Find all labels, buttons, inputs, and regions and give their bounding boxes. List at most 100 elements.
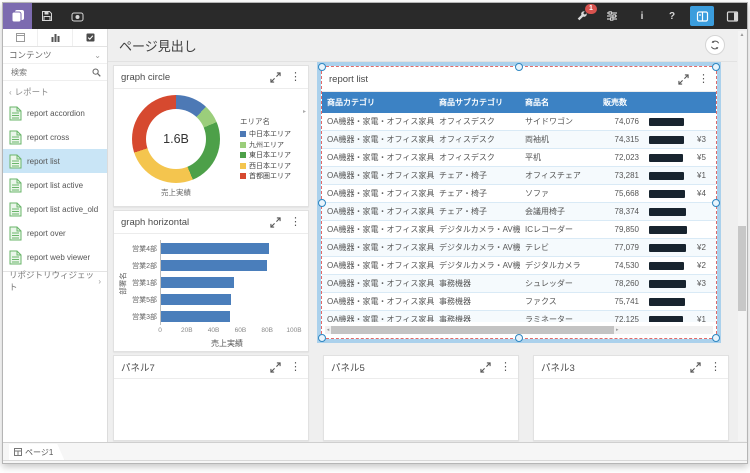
report-list-items: report accordionreport crossreport listr… bbox=[3, 101, 107, 269]
kebab-menu-icon[interactable]: ⋮ bbox=[290, 217, 301, 228]
side-panel-toggle-button[interactable] bbox=[717, 3, 747, 29]
sidebar-item-report-accordion[interactable]: report accordion bbox=[3, 101, 107, 125]
expand-icon[interactable] bbox=[270, 217, 281, 228]
expand-icon[interactable] bbox=[270, 362, 281, 373]
kebab-menu-icon[interactable]: ⋮ bbox=[290, 362, 301, 373]
resize-handle[interactable] bbox=[515, 63, 523, 71]
table-row[interactable]: OA機器・家電・オフィス家具チェア・椅子会議用椅子78,374 bbox=[322, 203, 716, 221]
kebab-menu-icon[interactable]: ⋮ bbox=[500, 362, 511, 373]
table-row[interactable]: OA機器・家電・オフィス家具オフィスデスク両袖机74,315¥3 bbox=[322, 131, 716, 149]
selected-widget-region[interactable]: report list ⋮ bbox=[317, 62, 721, 343]
table-row[interactable]: OA機器・家電・オフィス家具チェア・椅子オフィスチェア73,281¥1 bbox=[322, 167, 716, 185]
bar[interactable] bbox=[161, 277, 234, 288]
repository-widget-section[interactable]: リポジトリウィジェット › bbox=[3, 271, 107, 290]
column-header[interactable] bbox=[692, 92, 716, 113]
info-button[interactable]: i bbox=[627, 3, 657, 29]
expand-icon[interactable] bbox=[690, 362, 701, 373]
resize-handle[interactable] bbox=[515, 334, 523, 342]
table-row[interactable]: OA機器・家電・オフィス家具事務機器ファクス75,741 bbox=[322, 293, 716, 311]
resize-handle[interactable] bbox=[318, 63, 326, 71]
legend-item[interactable]: 東日本エリア bbox=[240, 150, 306, 161]
tab-tasks[interactable] bbox=[73, 29, 107, 46]
table-row[interactable]: OA機器・家電・オフィス家具デジタルカメラ・AV機器ICレコーダー79,850 bbox=[322, 221, 716, 239]
donut-axis-label: 売上実績 bbox=[132, 187, 220, 198]
panel-7[interactable]: パネル7 ⋮ bbox=[113, 355, 309, 441]
legend-item[interactable]: 西日本エリア bbox=[240, 161, 306, 172]
panel-graph-circle[interactable]: graph circle ⋮ 1.6B 売上実績 ▸ エリア名 中日本エリア九州… bbox=[113, 65, 309, 207]
bar-row: 営業1部 bbox=[161, 274, 294, 291]
column-header[interactable]: 販売数 bbox=[598, 92, 644, 113]
sidebar-item-report-web-viewer[interactable]: report web viewer bbox=[3, 245, 107, 269]
resize-handle[interactable] bbox=[318, 199, 326, 207]
legend-item[interactable]: 首都圏エリア bbox=[240, 171, 306, 182]
report-group-header[interactable]: ‹ レポート bbox=[3, 81, 107, 101]
column-header[interactable]: 商品サブカテゴリ bbox=[434, 92, 520, 113]
resize-handle[interactable] bbox=[712, 199, 720, 207]
save-button[interactable] bbox=[32, 3, 62, 29]
expand-icon[interactable] bbox=[678, 74, 689, 85]
toolbar-left bbox=[3, 3, 92, 29]
side-panel-icon bbox=[726, 10, 739, 23]
kebab-menu-icon[interactable]: ⋮ bbox=[710, 362, 721, 373]
reader-mode-button[interactable] bbox=[690, 6, 714, 26]
table-row[interactable]: OA機器・家電・オフィス家具オフィスデスク平机72,023¥5 bbox=[322, 149, 716, 167]
scroll-right-icon[interactable]: ▸ bbox=[614, 327, 620, 333]
table-row[interactable]: OA機器・家電・オフィス家具事務機器シュレッダー78,260¥3 bbox=[322, 275, 716, 293]
settings-sliders-button[interactable] bbox=[597, 3, 627, 29]
resize-handle[interactable] bbox=[712, 63, 720, 71]
panel-report-list[interactable]: report list ⋮ bbox=[322, 67, 716, 338]
expand-icon[interactable] bbox=[270, 72, 281, 83]
app-logo-button[interactable] bbox=[3, 3, 32, 29]
panel-graph-horizontal[interactable]: graph horizontal ⋮ 部署名 営業4部営業2部営業1部営業5部営… bbox=[113, 210, 309, 352]
panel-5[interactable]: パネル5 ⋮ bbox=[323, 355, 519, 441]
refresh-button[interactable] bbox=[705, 35, 725, 55]
bar[interactable] bbox=[161, 260, 267, 271]
bar[interactable] bbox=[161, 311, 230, 322]
layers-icon bbox=[11, 9, 25, 23]
table-row[interactable]: OA機器・家電・オフィス家具デジタルカメラ・AV機器デジタルカメラ74,530¥… bbox=[322, 257, 716, 275]
table-row[interactable]: OA機器・家電・オフィス家具チェア・椅子ソファ75,668¥4 bbox=[322, 185, 716, 203]
table-row[interactable]: OA機器・家電・オフィス家具デジタルカメラ・AV機器テレビ77,079¥2 bbox=[322, 239, 716, 257]
resize-handle[interactable] bbox=[318, 334, 326, 342]
search-icon[interactable] bbox=[92, 68, 101, 77]
table-cell: 両袖机 bbox=[520, 131, 598, 149]
tab-pages[interactable] bbox=[3, 29, 38, 46]
sidebar-item-report-cross[interactable]: report cross bbox=[3, 125, 107, 149]
table-row[interactable]: OA機器・家電・オフィス家具オフィスデスクサイドワゴン74,076 bbox=[322, 113, 716, 131]
sidebar-item-report-list-active-old[interactable]: report list active_old bbox=[3, 197, 107, 221]
legend-scroll-icon[interactable]: ▸ bbox=[240, 109, 306, 116]
panel-3[interactable]: パネル3 ⋮ bbox=[533, 355, 729, 441]
contents-section-header[interactable]: コンテンツ ⌄ bbox=[3, 47, 107, 64]
sidebar-item-report-list-active[interactable]: report list active bbox=[3, 173, 107, 197]
bar[interactable] bbox=[161, 294, 231, 305]
scrollbar-thumb[interactable] bbox=[331, 326, 614, 334]
page-tab[interactable]: ページ1 bbox=[9, 444, 64, 460]
column-header[interactable]: 商品名 bbox=[520, 92, 598, 113]
tools-button[interactable]: 1 bbox=[567, 3, 597, 29]
table-row[interactable]: OA機器・家電・オフィス家具事務機器ラミネーター72,125¥1 bbox=[322, 311, 716, 323]
column-header[interactable] bbox=[644, 92, 692, 113]
kebab-menu-icon[interactable]: ⋮ bbox=[290, 72, 301, 83]
scrollbar-thumb[interactable] bbox=[738, 226, 746, 311]
kebab-menu-icon[interactable]: ⋮ bbox=[698, 74, 709, 85]
expand-icon[interactable] bbox=[480, 362, 491, 373]
scroll-up-icon[interactable]: ▲ bbox=[738, 31, 746, 40]
help-button[interactable]: ? bbox=[657, 3, 687, 29]
vertical-scrollbar[interactable]: ▲ bbox=[738, 31, 746, 441]
sidebar-search bbox=[3, 64, 107, 81]
sidebar: コンテンツ ⌄ ‹ レポート report accordionreport cr… bbox=[3, 29, 108, 443]
sidebar-item-report-over[interactable]: report over bbox=[3, 221, 107, 245]
x-tick-label: 100B bbox=[286, 327, 301, 334]
preview-button[interactable] bbox=[62, 3, 92, 29]
horizontal-scrollbar[interactable]: ◂ ▸ bbox=[325, 326, 713, 334]
data-bar-cell bbox=[644, 203, 692, 221]
column-header[interactable]: 商品カテゴリ bbox=[322, 92, 434, 113]
legend-item[interactable]: 中日本エリア bbox=[240, 129, 306, 140]
resize-handle[interactable] bbox=[712, 334, 720, 342]
bar[interactable] bbox=[161, 243, 269, 254]
tab-contents[interactable] bbox=[38, 29, 73, 46]
legend-item[interactable]: 九州エリア bbox=[240, 140, 306, 151]
sidebar-item-report-list[interactable]: report list bbox=[3, 149, 107, 173]
sidebar-item-label: report list active_old bbox=[27, 205, 98, 214]
search-input[interactable] bbox=[9, 67, 85, 78]
